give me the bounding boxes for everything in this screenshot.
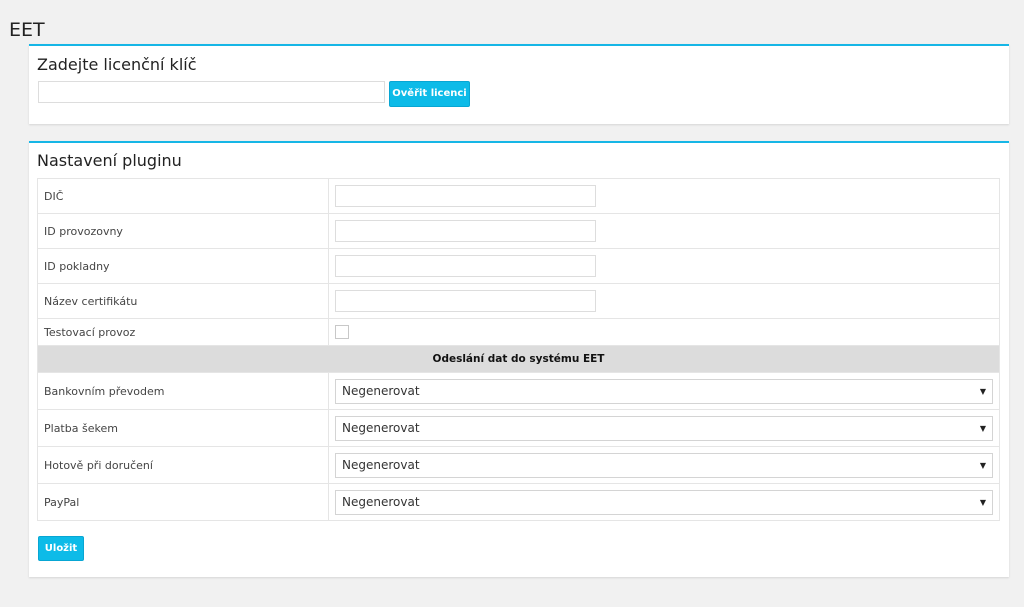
table-row: Název certifikátu: [37, 283, 1000, 319]
chevron-down-icon: ▼: [979, 423, 986, 433]
bank-transfer-select[interactable]: Negenerovat ▼: [335, 378, 993, 404]
settings-heading: Nastavení pluginu: [37, 151, 182, 170]
table-row: Platba šekem Negenerovat ▼: [37, 409, 1000, 447]
id-pokladny-input[interactable]: [335, 255, 596, 277]
field-label-id-pokladny: ID pokladny: [37, 248, 329, 284]
test-mode-checkbox[interactable]: [335, 325, 349, 339]
section-header-row: Odeslání dat do systému EET: [37, 345, 1000, 373]
select-value: Negenerovat: [342, 457, 420, 472]
payment-label-cheque: Platba šekem: [37, 409, 329, 447]
save-button[interactable]: Uložit: [38, 536, 84, 561]
chevron-down-icon: ▼: [979, 386, 986, 396]
nazev-certifikatu-input[interactable]: [335, 290, 596, 312]
table-row: Testovací provoz: [37, 318, 1000, 346]
cash-on-delivery-select[interactable]: Negenerovat ▼: [335, 452, 993, 478]
payment-label-paypal: PayPal: [37, 483, 329, 521]
field-label-id-provozovny: ID provozovny: [37, 213, 329, 249]
page-title: EET: [9, 19, 45, 41]
table-row: Bankovním převodem Negenerovat ▼: [37, 372, 1000, 410]
field-label-nazev-certifikatu: Název certifikátu: [37, 283, 329, 319]
field-label-dic: DIČ: [37, 178, 329, 214]
table-row: PayPal Negenerovat ▼: [37, 483, 1000, 521]
field-label-testovaci-provoz: Testovací provoz: [37, 318, 329, 346]
verify-license-button[interactable]: Ověřit licenci: [389, 81, 470, 107]
table-row: DIČ: [37, 178, 1000, 214]
settings-panel: Nastavení pluginu DIČ ID provozovny ID p…: [29, 141, 1009, 577]
license-heading: Zadejte licenční klíč: [37, 55, 197, 74]
select-value: Negenerovat: [342, 420, 420, 435]
paypal-select[interactable]: Negenerovat ▼: [335, 489, 993, 515]
select-value: Negenerovat: [342, 383, 420, 398]
license-panel: Zadejte licenční klíč Ověřit licenci: [29, 44, 1009, 124]
select-value: Negenerovat: [342, 494, 420, 509]
cheque-select[interactable]: Negenerovat ▼: [335, 415, 993, 441]
license-key-input[interactable]: [38, 81, 385, 103]
table-row: ID provozovny: [37, 213, 1000, 249]
chevron-down-icon: ▼: [979, 497, 986, 507]
chevron-down-icon: ▼: [979, 460, 986, 470]
payment-label-bank-transfer: Bankovním převodem: [37, 372, 329, 410]
settings-table: DIČ ID provozovny ID pokladny Název cert…: [37, 178, 1000, 521]
id-provozovny-input[interactable]: [335, 220, 596, 242]
table-row: Hotově při doručení Negenerovat ▼: [37, 446, 1000, 484]
dic-input[interactable]: [335, 185, 596, 207]
section-title: Odeslání dat do systému EET: [37, 345, 1000, 373]
table-row: ID pokladny: [37, 248, 1000, 284]
payment-label-cash-on-delivery: Hotově při doručení: [37, 446, 329, 484]
